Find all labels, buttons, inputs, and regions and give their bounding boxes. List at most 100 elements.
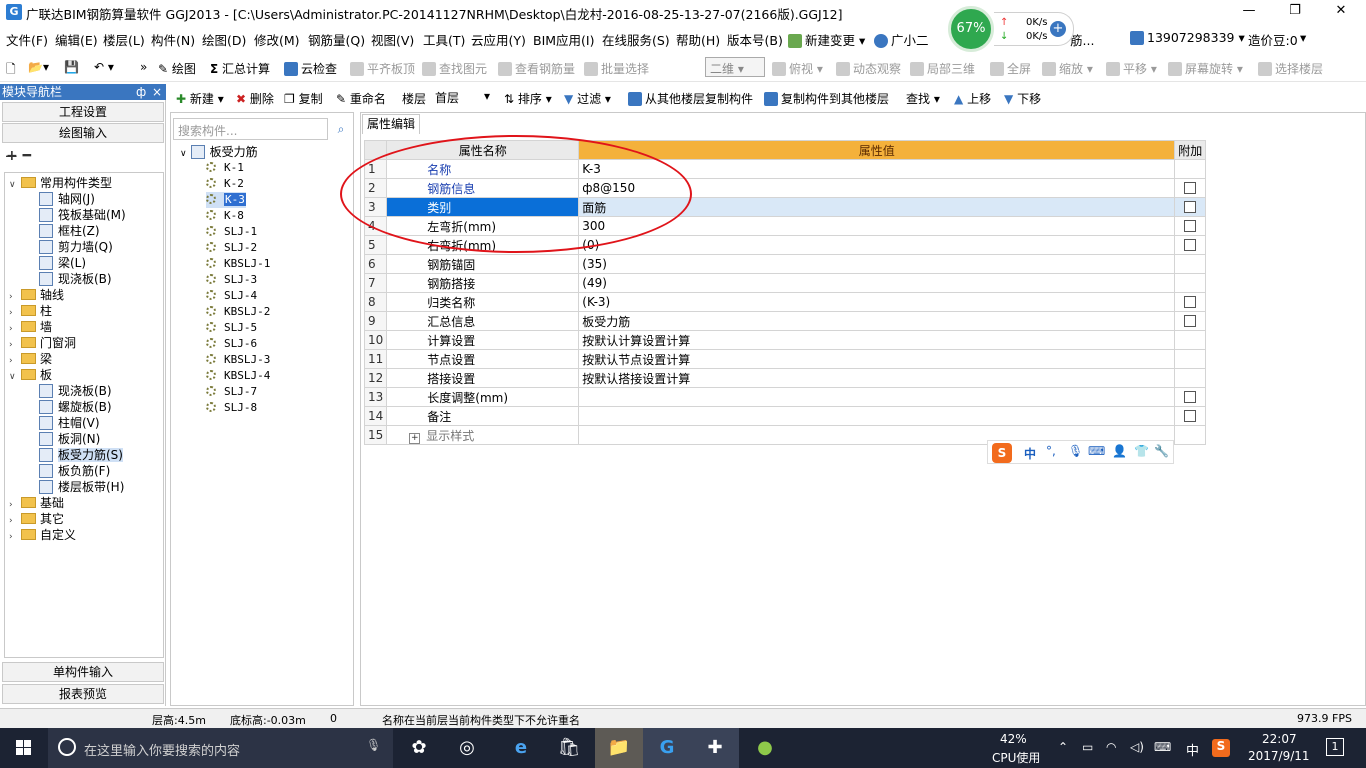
tree-folder[interactable]: › 墙 [9, 319, 52, 335]
maximize-button[interactable]: ❐ [1272, 0, 1318, 24]
property-row[interactable]: 7 钢筋搭接 (49) [363, 273, 1207, 293]
sort-button[interactable]: ⇅ 排序 ▾ [504, 90, 552, 107]
menu-bim[interactable]: BIM应用(I) [533, 30, 595, 49]
undo-icon[interactable]: ↶ ▾ [94, 60, 114, 74]
component-list-item[interactable]: K-8 [206, 208, 244, 224]
delete-button[interactable]: ✖ 删除 [236, 90, 274, 107]
open-folder-icon[interactable]: 📂▾ [28, 60, 49, 74]
glodon-app-icon[interactable]: G [643, 728, 691, 768]
tree-item[interactable]: 现浇板(B) [39, 383, 112, 399]
attach-checkbox[interactable] [1184, 296, 1197, 308]
component-list-item[interactable]: KBSLJ-1 [206, 256, 270, 272]
menu-view[interactable]: 视图(V) [371, 30, 414, 49]
property-value-cell[interactable]: (35) [578, 254, 1176, 274]
tree-item[interactable]: 筏板基础(M) [39, 207, 126, 223]
menu-cloud[interactable]: 云应用(Y) [471, 30, 526, 49]
settings-wrench-icon[interactable]: 🔧 [1154, 444, 1169, 458]
component-list-item[interactable]: SLJ-1 [206, 224, 257, 240]
tree-item[interactable]: 梁(L) [39, 255, 86, 271]
property-row[interactable]: 9 汇总信息 板受力筋 [363, 311, 1207, 331]
attach-checkbox[interactable] [1184, 182, 1197, 194]
save-icon[interactable]: 💾 [64, 60, 79, 74]
more-chevron-icon[interactable]: » [140, 60, 147, 74]
property-row[interactable]: 14 备注 [363, 406, 1207, 426]
close-icon[interactable]: × [152, 84, 162, 100]
close-button[interactable]: ✕ [1318, 0, 1364, 24]
notification-center-icon[interactable]: 1 [1326, 738, 1344, 756]
dynamic-view-button[interactable]: 动态观察 [836, 60, 901, 77]
attach-checkbox[interactable] [1184, 220, 1197, 232]
tree-folder[interactable]: › 轴线 [9, 287, 64, 303]
sum-calc-button[interactable]: Σ 汇总计算 [210, 60, 270, 77]
keyboard-icon[interactable]: ⌨ [1088, 444, 1105, 458]
tree-folder[interactable]: ∨ 常用构件类型 [9, 175, 112, 191]
zoom-button[interactable]: 缩放 ▾ [1042, 60, 1093, 77]
component-list-item[interactable]: SLJ-2 [206, 240, 257, 256]
ime-mode[interactable]: 中 [1024, 445, 1036, 462]
new-component-button[interactable]: ✚ 新建 ▾ [176, 90, 224, 107]
menu-file[interactable]: 文件(F) [6, 30, 48, 49]
sogou-logo-icon[interactable]: S [992, 443, 1012, 463]
new-file-icon[interactable]: 🗋 [6, 60, 16, 81]
report-preview-button[interactable]: 报表预览 [2, 684, 164, 704]
punctuation-icon[interactable]: °, [1046, 444, 1056, 458]
skin-shirt-icon[interactable]: 👕 [1134, 444, 1149, 458]
expand-all-icon[interactable]: +̶ ━ [6, 148, 31, 164]
attach-checkbox[interactable] [1184, 315, 1197, 327]
view-rebar-button[interactable]: 查看钢筋量 [498, 60, 575, 77]
tree-folder[interactable]: › 其它 [9, 511, 64, 527]
user-center-icon[interactable]: 👤 [1112, 444, 1127, 458]
edge-browser-icon[interactable]: e [497, 728, 545, 768]
menu-tools[interactable]: 工具(T) [423, 30, 465, 49]
task-view-icon[interactable]: ✿ [395, 728, 443, 768]
component-list-item[interactable]: K-2 [206, 176, 244, 192]
property-value-cell[interactable]: 按默认节点设置计算 [578, 349, 1176, 369]
property-value-cell[interactable]: 按默认计算设置计算 [578, 330, 1176, 350]
tree-folder[interactable]: › 自定义 [9, 527, 76, 543]
memory-gauge[interactable]: 67% [948, 6, 994, 52]
move-down-button[interactable]: ▼ 下移 [1004, 90, 1041, 107]
menu-rebar[interactable]: 钢筋量(Q) [308, 30, 365, 49]
tree-item[interactable]: 轴网(J) [39, 191, 95, 207]
property-row[interactable]: 8 归类名称 (K-3) [363, 292, 1207, 312]
cloud-check-button[interactable]: 云检查 [284, 60, 337, 77]
attach-checkbox[interactable] [1184, 201, 1197, 213]
tree-folder[interactable]: ∨ 板 [9, 367, 52, 383]
component-list-item[interactable]: SLJ-4 [206, 288, 257, 304]
expand-icon[interactable]: › [9, 529, 21, 545]
batch-select-button[interactable]: 批量选择 [584, 60, 649, 77]
glodon-assistant-icon[interactable]: ✚ [691, 728, 739, 768]
move-up-button[interactable]: ▲ 上移 [954, 90, 991, 107]
user-account[interactable]: 13907298339 ▾ [1130, 30, 1245, 45]
tree-item[interactable]: 楼层板带(H) [39, 479, 124, 495]
menu-component[interactable]: 构件(N) [151, 30, 195, 49]
clock-time[interactable]: 22:07 [1262, 732, 1297, 746]
tree-item[interactable]: 柱帽(V) [39, 415, 100, 431]
tree-item[interactable]: 板洞(N) [39, 431, 100, 447]
component-list-item[interactable]: KBSLJ-3 [206, 352, 270, 368]
minimize-button[interactable]: — [1226, 0, 1272, 24]
battery-icon[interactable]: ▭ [1082, 740, 1093, 754]
ime-indicator[interactable]: 中 [1186, 740, 1199, 759]
overlook-button[interactable]: 俯视 ▾ [772, 60, 823, 77]
swirl-app-icon[interactable]: ◎ [443, 728, 491, 768]
attach-checkbox[interactable] [1184, 391, 1197, 403]
rotate-button[interactable]: 屏幕旋转 ▾ [1168, 60, 1243, 77]
property-row[interactable]: 13 长度调整(mm) [363, 387, 1207, 407]
property-row[interactable]: 10 计算设置 按默认计算设置计算 [363, 330, 1207, 350]
property-value-cell[interactable]: 板受力筋 [578, 311, 1176, 331]
store-icon[interactable]: 🛍 [545, 728, 593, 768]
local-3d-button[interactable]: 局部三维 [910, 60, 975, 77]
property-value-cell[interactable]: (49) [578, 273, 1176, 293]
property-value-cell[interactable] [578, 387, 1176, 407]
collapse-icon[interactable]: ∨ [9, 177, 21, 193]
menu-draw[interactable]: 绘图(D) [202, 30, 246, 49]
component-search-input[interactable]: 搜索构件... [173, 118, 328, 140]
tree-folder[interactable]: › 基础 [9, 495, 64, 511]
tree-item[interactable]: 板负筋(F) [39, 463, 110, 479]
find-button[interactable]: 查找 ▾ [906, 90, 940, 107]
search-icon[interactable]: ⌕ [330, 118, 352, 140]
component-list-item[interactable]: KBSLJ-4 [206, 368, 270, 384]
tab-property-edit[interactable]: 属性编辑 [362, 114, 420, 134]
menu-modify[interactable]: 修改(M) [254, 30, 300, 49]
